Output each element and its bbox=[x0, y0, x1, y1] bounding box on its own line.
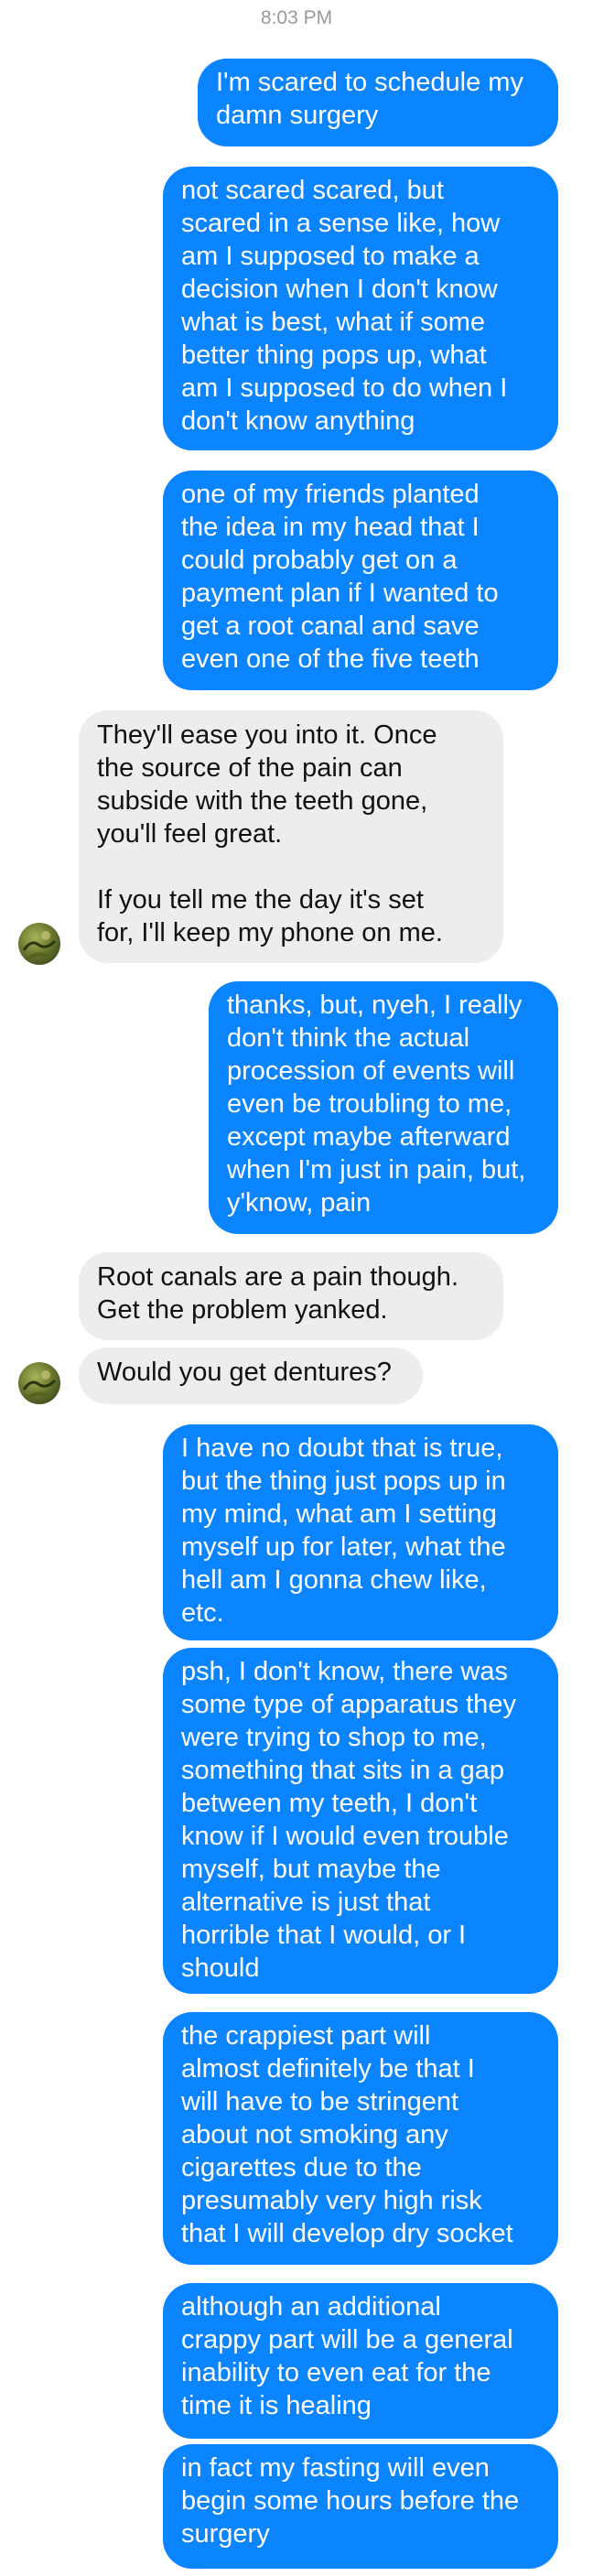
outgoing-message[interactable]: one of my friends planted the idea in my… bbox=[163, 471, 558, 690]
outgoing-message[interactable]: thanks, but, nyeh, I really don't think … bbox=[209, 981, 558, 1234]
incoming-message[interactable]: Would you get dentures? bbox=[79, 1348, 423, 1404]
outgoing-message[interactable]: psh, I don't know, there was some type o… bbox=[163, 1648, 558, 1994]
outgoing-message[interactable]: not scared scared, but scared in a sense… bbox=[163, 167, 558, 450]
outgoing-message[interactable]: although an additional crappy part will … bbox=[163, 2283, 558, 2439]
outgoing-message[interactable]: the crappiest part will almost definitel… bbox=[163, 2012, 558, 2265]
incoming-message[interactable]: Root canals are a pain though. Get the p… bbox=[79, 1252, 503, 1340]
outgoing-message[interactable]: in fact my fasting will even begin some … bbox=[163, 2444, 558, 2569]
timestamp: 8:03 PM bbox=[260, 7, 333, 28]
outgoing-message[interactable]: I'm scared to schedule my damn surgery bbox=[198, 59, 558, 146]
outgoing-message[interactable]: I have no doubt that is true, but the th… bbox=[163, 1424, 558, 1640]
contact-avatar[interactable] bbox=[18, 1362, 60, 1404]
avatar-photo-icon bbox=[22, 1370, 57, 1401]
contact-avatar[interactable] bbox=[18, 923, 60, 965]
incoming-message[interactable]: They'll ease you into it. Once the sourc… bbox=[79, 710, 503, 963]
avatar-photo-icon bbox=[22, 931, 57, 961]
